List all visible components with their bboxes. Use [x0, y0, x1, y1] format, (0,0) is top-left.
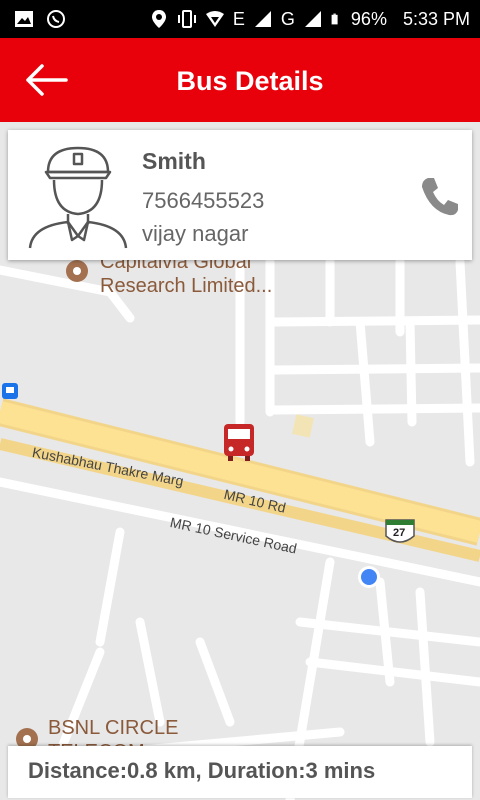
poi-icon[interactable] — [66, 260, 88, 282]
current-location-icon[interactable] — [358, 566, 380, 588]
driver-avatar-icon — [28, 146, 128, 249]
page-title: Bus Details — [176, 66, 324, 96]
status-bar: E G 96% 5:33 PM — [0, 0, 480, 38]
vibrate-icon — [177, 10, 196, 28]
network-type-label-2: G — [280, 8, 295, 29]
poi-label-line: BSNL CIRCLE — [48, 717, 179, 739]
wifi-icon — [205, 11, 224, 27]
driver-phone[interactable]: 7566455523 — [142, 188, 264, 214]
trip-info-text: Distance:0.8 km, Duration:3 mins — [28, 758, 376, 783]
location-icon — [151, 10, 166, 28]
network-type-label: E — [232, 8, 245, 29]
poi-label-line: Research Limited... — [100, 275, 273, 297]
driver-location: vijay nagar — [142, 221, 249, 246]
driver-name: Smith — [142, 148, 206, 174]
whatsapp-icon — [47, 10, 65, 28]
driver-card: Smith 7566455523 vijay nagar — [8, 130, 472, 260]
signal-icon — [254, 11, 271, 27]
gallery-icon — [15, 11, 33, 27]
bus-marker-icon[interactable] — [224, 424, 254, 461]
bus-stop-icon[interactable] — [2, 383, 18, 399]
battery-icon — [331, 13, 338, 25]
highway-shield-label: 27 — [393, 527, 406, 539]
battery-percent: 96% — [350, 8, 387, 29]
app-bar: Bus Details — [0, 38, 480, 122]
clock: 5:33 PM — [402, 8, 470, 29]
signal-icon-2 — [304, 11, 321, 27]
phone-icon[interactable] — [416, 172, 464, 220]
trip-info-bar: Distance:0.8 km, Duration:3 mins — [8, 746, 472, 798]
